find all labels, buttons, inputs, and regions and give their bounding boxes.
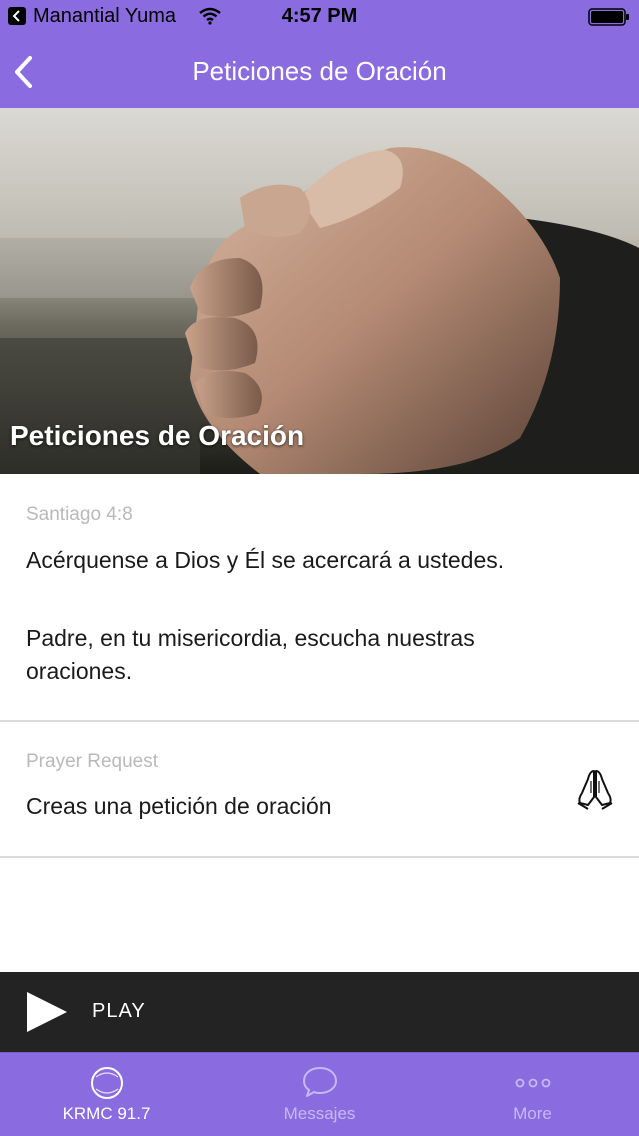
more-dots-icon	[515, 1078, 550, 1088]
page-title: Peticiones de Oración	[192, 56, 447, 86]
tab-label: KRMC 91.7	[62, 1104, 151, 1123]
tab-label: Messajes	[283, 1104, 356, 1123]
status-bar: Manantial Yuma 4:57 PM	[0, 0, 639, 34]
hero-title: Peticiones de Oración	[10, 420, 305, 451]
prayer-request-row[interactable]: Prayer Request Creas una petición de ora…	[0, 722, 639, 856]
radio-circle-icon	[90, 1067, 123, 1099]
hero-image: Peticiones de Oración	[0, 108, 639, 474]
navigation-bar: Peticiones de Oración	[0, 34, 639, 108]
clock: 4:57 PM	[281, 5, 358, 27]
request-eyebrow: Prayer Request	[26, 751, 159, 772]
tab-bar: KRMC 91.7 Messajes More	[0, 1052, 639, 1136]
play-label[interactable]: PLAY	[92, 1000, 146, 1023]
verse-section: Santiago 4:8 Acérquense a Dios y Él se a…	[0, 474, 639, 720]
chat-bubble-icon	[302, 1067, 337, 1097]
request-label: Creas una petición de oración	[26, 793, 332, 819]
play-icon[interactable]	[25, 991, 69, 1033]
praying-hands-icon[interactable]	[574, 767, 616, 811]
tab-krmc[interactable]: KRMC 91.7	[0, 1053, 213, 1136]
battery-icon	[588, 8, 629, 26]
prayer-text: Padre, en tu misericordia, escucha nuest…	[26, 625, 475, 684]
tab-more[interactable]: More	[426, 1053, 639, 1136]
divider	[0, 856, 639, 858]
verse-text: Acérquense a Dios y Él se acercará a ust…	[26, 547, 505, 573]
tab-label: More	[513, 1104, 552, 1123]
audio-player: PLAY	[0, 972, 639, 1052]
verse-reference: Santiago 4:8	[26, 504, 133, 525]
tab-messajes[interactable]: Messajes	[213, 1053, 426, 1136]
